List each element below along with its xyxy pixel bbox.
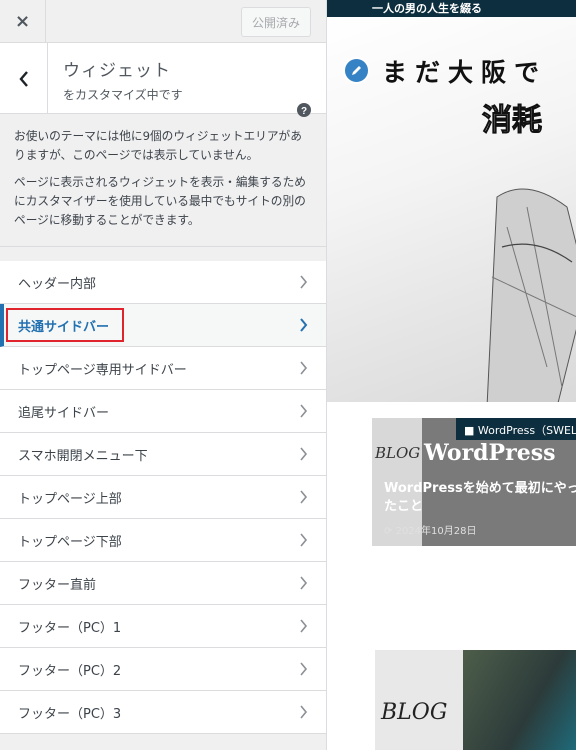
refresh-icon: ⟳	[384, 526, 396, 537]
description-text-1: お使いのテーマには他に9個のウィジェットエリアがありますが、このページでは表示し…	[14, 129, 302, 162]
customizer-panel: × 公開済み ウィジェット をカスタマイズ中です ? お使いのテーマには他に9個…	[0, 0, 327, 750]
widget-area-sticky-sidebar[interactable]: 追尾サイドバー	[0, 390, 326, 433]
widget-area-common-sidebar[interactable]: 共通サイドバー	[0, 304, 326, 347]
widget-area-list: ヘッダー内部 共通サイドバー トップページ専用サイドバー 追尾サイドバー スマホ…	[0, 261, 326, 734]
widget-area-label: フッター（PC）3	[18, 706, 122, 722]
close-customizer-button[interactable]: ×	[0, 0, 46, 43]
widget-area-label: ヘッダー内部	[18, 276, 97, 292]
hero-title: まだ大阪で	[382, 58, 548, 87]
site-preview: 一人の男の人生を綴る まだ大阪で 消耗 BLOG WordPress ■ Wor…	[327, 0, 576, 750]
chevron-right-icon	[300, 576, 308, 590]
widget-area-label: 追尾サイドバー	[18, 405, 110, 421]
widget-area-footer-pc-3[interactable]: フッター（PC）3	[0, 691, 326, 734]
folder-icon: ■	[464, 424, 478, 437]
widget-area-top-page-upper[interactable]: トップページ上部	[0, 476, 326, 519]
widget-area-header-inner[interactable]: ヘッダー内部	[0, 261, 326, 304]
widget-area-label: トップページ上部	[18, 491, 122, 507]
widget-area-top-page-sidebar[interactable]: トップページ専用サイドバー	[0, 347, 326, 390]
widget-area-top-page-lower[interactable]: トップページ下部	[0, 519, 326, 562]
highlight-box	[6, 308, 124, 342]
customizer-topbar: × 公開済み	[0, 0, 326, 43]
post-card[interactable]: BLOG	[375, 650, 576, 750]
svg-text:?: ?	[301, 106, 307, 117]
section-subtitle: をカスタマイズ中です	[63, 88, 183, 102]
widget-area-label: スマホ開閉メニュー下	[18, 448, 148, 464]
chevron-right-icon	[300, 275, 308, 289]
post-card[interactable]: BLOG WordPress ■ WordPress（SWELL WordPre…	[372, 418, 576, 546]
edit-shortcut-pencil-icon[interactable]	[343, 57, 370, 84]
description-text-2: ページに表示されるウィジェットを表示・編集するためにカスタマイザーを使用している…	[14, 175, 306, 227]
widget-area-label: フッター（PC）1	[18, 620, 122, 636]
chevron-right-icon	[300, 619, 308, 633]
widget-area-label: フッター直前	[18, 577, 97, 593]
widget-area-footer-pc-1[interactable]: フッター（PC）1	[0, 605, 326, 648]
blog-logo: BLOG	[375, 444, 421, 462]
blog-logo: BLOG	[381, 700, 448, 725]
sketch-illustration	[486, 188, 576, 402]
back-button[interactable]	[0, 43, 48, 114]
chevron-left-icon	[18, 70, 28, 87]
chevron-right-icon	[300, 447, 308, 461]
site-tagline-bar: 一人の男の人生を綴る	[327, 0, 576, 17]
wordpress-logo-text: WordPress	[424, 440, 556, 466]
chevron-right-icon	[300, 705, 308, 719]
widget-area-sp-menu-bottom[interactable]: スマホ開閉メニュー下	[0, 433, 326, 476]
publish-button[interactable]: 公開済み	[241, 7, 311, 37]
widget-area-before-footer[interactable]: フッター直前	[0, 562, 326, 605]
category-label: WordPress（SWELL	[477, 424, 576, 437]
chevron-right-icon	[300, 404, 308, 418]
card-thumbnail-right	[463, 650, 576, 750]
section-title: ウィジェット	[63, 61, 171, 81]
widget-area-label: トップページ下部	[18, 534, 122, 550]
post-title: WordPressを始めて最初にやったこと	[384, 481, 576, 514]
post-date: ⟳ 2024年10月28日	[384, 526, 477, 537]
widget-area-footer-pc-2[interactable]: フッター（PC）2	[0, 648, 326, 691]
chevron-right-icon	[300, 662, 308, 676]
chevron-right-icon	[300, 533, 308, 547]
help-icon[interactable]: ?	[297, 102, 311, 121]
widget-area-label: トップページ専用サイドバー	[18, 362, 187, 378]
widget-description: お使いのテーマには他に9個のウィジェットエリアがありますが、このページでは表示し…	[0, 114, 326, 247]
chevron-right-icon	[300, 490, 308, 504]
chevron-right-icon	[300, 361, 308, 375]
hero-subtitle: 消耗	[482, 103, 543, 139]
widget-area-label: フッター（PC）2	[18, 663, 122, 679]
hero-image: まだ大阪で 消耗	[327, 17, 576, 402]
section-header: ウィジェット をカスタマイズ中です ?	[0, 43, 326, 117]
chevron-right-icon	[300, 318, 308, 332]
category-tag[interactable]: ■ WordPress（SWELL	[456, 418, 576, 440]
